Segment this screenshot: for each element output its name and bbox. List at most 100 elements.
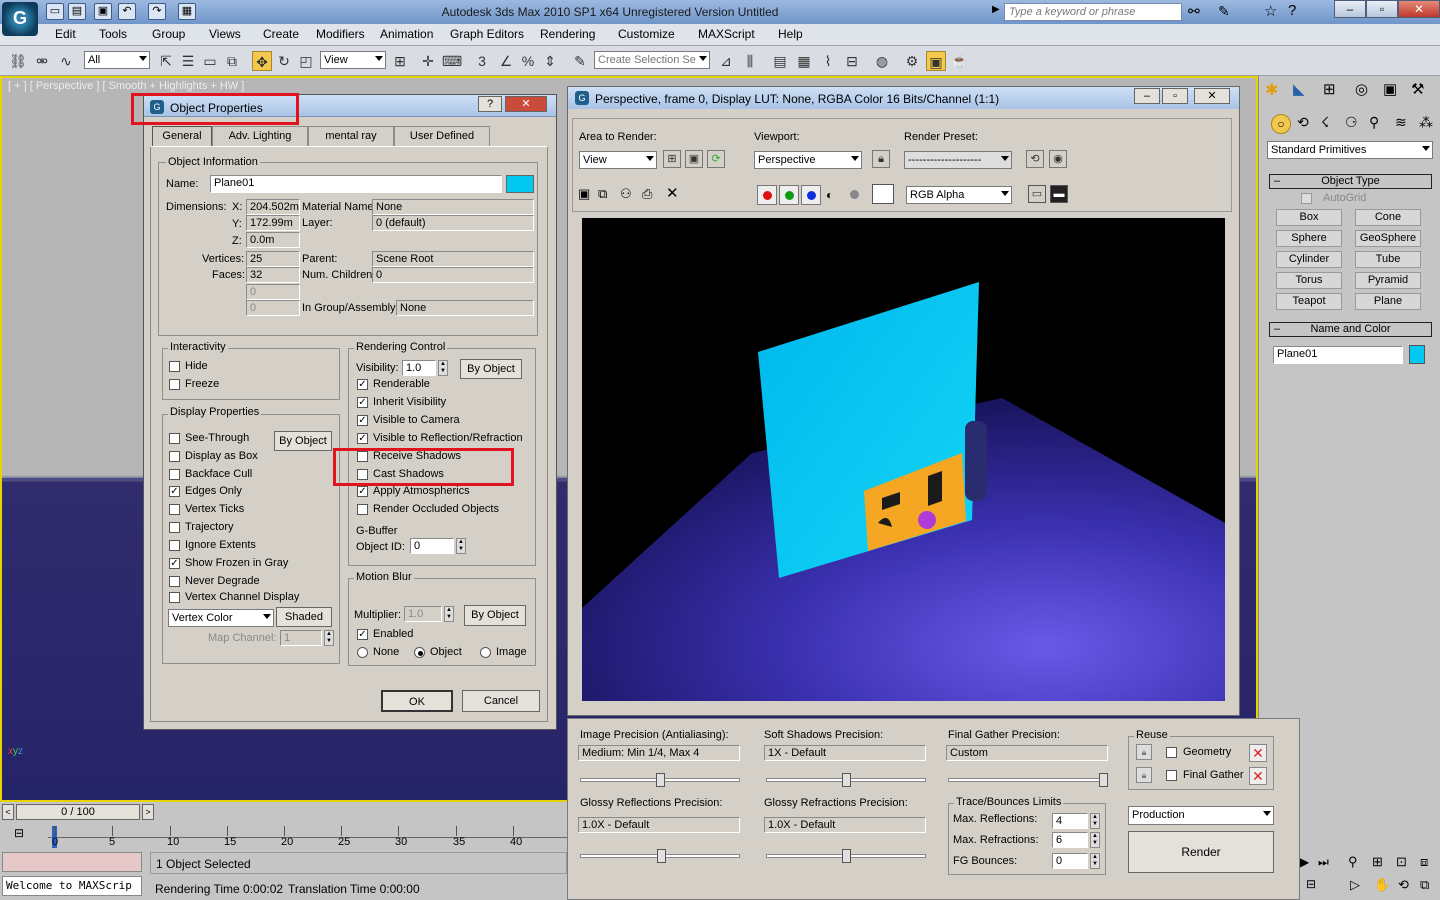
helpers-icon[interactable]: ⚲ bbox=[1369, 114, 1379, 131]
cylinder-button[interactable]: Cylinder bbox=[1276, 251, 1342, 268]
maxscript-listener-box[interactable] bbox=[2, 852, 142, 872]
geosphere-button[interactable]: GeoSphere bbox=[1355, 230, 1421, 247]
max-refractions-field[interactable]: 6 bbox=[1052, 832, 1088, 848]
redo-icon[interactable]: ↷ bbox=[148, 3, 166, 20]
display-option-checkbox[interactable] bbox=[169, 451, 180, 462]
geometry-delete-icon[interactable]: ✕ bbox=[1249, 744, 1267, 762]
named-selection-dropdown[interactable]: Create Selection Se bbox=[594, 51, 710, 69]
percent-snap-icon[interactable]: % bbox=[518, 51, 538, 71]
scale-icon[interactable]: ◰ bbox=[296, 51, 316, 71]
render-viewport-dropdown[interactable]: Perspective bbox=[754, 151, 862, 169]
object-id-field[interactable]: 0 bbox=[410, 538, 454, 554]
display-by-object-button[interactable]: By Object bbox=[274, 431, 332, 451]
torus-button[interactable]: Torus bbox=[1276, 272, 1342, 289]
alpha-channel-icon[interactable]: ◐ bbox=[826, 188, 833, 202]
area-to-render-dropdown[interactable]: View bbox=[579, 151, 657, 169]
zoom-all-icon[interactable]: ⊞ bbox=[1372, 854, 1383, 870]
display-option-checkbox[interactable] bbox=[169, 522, 180, 533]
rendering-option-checkbox[interactable]: ✓ bbox=[357, 415, 368, 426]
menu-customize[interactable]: Customize bbox=[618, 27, 675, 41]
selection-region-icon[interactable]: ▭ bbox=[200, 51, 220, 71]
zoom-extents-all-icon[interactable]: ⧈ bbox=[1420, 854, 1428, 870]
glossy-reflections-knob[interactable] bbox=[657, 849, 666, 863]
shapes-icon[interactable]: ⟲ bbox=[1297, 114, 1309, 131]
viewport-label[interactable]: [ + ] [ Perspective ] [ Smooth + Highlig… bbox=[8, 80, 244, 92]
display-channel-dropdown[interactable]: RGB Alpha bbox=[906, 186, 1012, 204]
track-bar-filter-icon[interactable]: ⊟ bbox=[14, 826, 24, 840]
visibility-field[interactable]: 1.0 bbox=[402, 360, 436, 376]
motion-blur-by-object-button[interactable]: By Object bbox=[464, 605, 526, 626]
toggle-ui-overlay-icon[interactable]: ▭ bbox=[1028, 185, 1046, 203]
render-close-button[interactable]: ✕ bbox=[1194, 88, 1230, 104]
hide-checkbox[interactable] bbox=[169, 361, 180, 372]
freeze-checkbox[interactable] bbox=[169, 379, 180, 390]
monochrome-icon[interactable] bbox=[850, 190, 859, 199]
systems-icon[interactable]: ⁂ bbox=[1419, 114, 1433, 131]
display-option-checkbox[interactable] bbox=[169, 469, 180, 480]
orbit-icon[interactable]: ⟲ bbox=[1398, 877, 1409, 893]
final-gather-knob[interactable] bbox=[1099, 773, 1108, 787]
image-precision-knob[interactable] bbox=[656, 773, 665, 787]
primitive-category-dropdown[interactable]: Standard Primitives bbox=[1267, 141, 1433, 159]
rendering-option-checkbox[interactable]: ✓ bbox=[357, 486, 368, 497]
time-next-button[interactable]: > bbox=[142, 804, 154, 820]
undo-icon[interactable]: ↶ bbox=[118, 3, 136, 20]
key-filters-icon[interactable]: ⊟ bbox=[1306, 877, 1316, 891]
menu-views[interactable]: Views bbox=[209, 27, 241, 41]
time-slider[interactable]: < 0 / 100 > bbox=[0, 802, 567, 822]
align-icon[interactable]: ⫼ bbox=[740, 51, 760, 71]
map-channel-spinner[interactable]: ▲ ▼ bbox=[324, 630, 334, 646]
rendering-option-checkbox[interactable]: ✓ bbox=[357, 379, 368, 390]
material-editor-icon[interactable]: ◍ bbox=[872, 51, 892, 71]
selection-filter-dropdown[interactable]: All bbox=[84, 51, 150, 69]
object-name-field[interactable]: Plane01 bbox=[1273, 346, 1403, 364]
time-slider-thumb[interactable]: 0 / 100 bbox=[16, 804, 140, 820]
fg-bounces-field[interactable]: 0 bbox=[1052, 853, 1088, 869]
move-icon[interactable]: ✥ bbox=[252, 51, 272, 71]
window-crossing-icon[interactable]: ⧉ bbox=[222, 51, 242, 71]
fg-bounces-spinner[interactable]: ▲ ▼ bbox=[1090, 853, 1100, 869]
tab-user-defined[interactable]: User Defined bbox=[394, 126, 490, 146]
object-id-spinner[interactable]: ▲ ▼ bbox=[456, 538, 466, 554]
multiplier-spinner[interactable]: ▲ ▼ bbox=[444, 606, 454, 622]
maximize-button[interactable]: ▫ bbox=[1366, 0, 1398, 18]
mirror-icon[interactable]: ⊿ bbox=[716, 51, 736, 71]
binoculars-icon[interactable]: ⚯ bbox=[1188, 3, 1200, 20]
cone-button[interactable]: Cone bbox=[1355, 209, 1421, 226]
select-by-name-icon[interactable]: ☰ bbox=[178, 51, 198, 71]
maximize-viewport-icon[interactable]: ⧉ bbox=[1420, 877, 1429, 893]
dialog-close-button[interactable]: ✕ bbox=[505, 96, 547, 112]
zoom-icon[interactable]: ⚲ bbox=[1348, 854, 1358, 870]
autogrid-checkbox[interactable] bbox=[1301, 193, 1312, 204]
keyboard-shortcut-icon[interactable]: ⌨ bbox=[442, 51, 462, 71]
glossy-refractions-knob[interactable] bbox=[842, 849, 851, 863]
toggle-ui-icon[interactable]: ▬ bbox=[1050, 185, 1068, 203]
clear-image-icon[interactable]: ✕ bbox=[666, 184, 679, 202]
search-input[interactable]: Type a keyword or phrase bbox=[1004, 3, 1182, 21]
zoom-extents-icon[interactable]: ⊡ bbox=[1396, 854, 1407, 870]
menu-rendering[interactable]: Rendering bbox=[540, 27, 595, 41]
cameras-icon[interactable]: ⚆ bbox=[1345, 114, 1358, 131]
menu-group[interactable]: Group bbox=[152, 27, 185, 41]
menu-modifiers[interactable]: Modifiers bbox=[316, 27, 365, 41]
link-icon[interactable]: ⛓ bbox=[8, 51, 28, 71]
viewport-lock-icon[interactable]: 🔒︎ bbox=[872, 150, 890, 168]
layer-manager-icon[interactable]: ▤ bbox=[770, 51, 790, 71]
box-button[interactable]: Box bbox=[1276, 209, 1342, 226]
region-lock-icon[interactable]: ⟳ bbox=[707, 150, 725, 168]
visibility-spinner[interactable]: ▲ ▼ bbox=[438, 360, 448, 376]
snaps-toggle-icon[interactable]: 3 bbox=[472, 51, 492, 71]
rendering-by-object-button[interactable]: By Object bbox=[460, 359, 522, 379]
tube-button[interactable]: Tube bbox=[1355, 251, 1421, 268]
soft-shadows-knob[interactable] bbox=[842, 773, 851, 787]
name-and-color-rollout[interactable]: – Name and Color bbox=[1269, 322, 1432, 337]
rendering-option-checkbox[interactable]: ✓ bbox=[357, 433, 368, 444]
menu-animation[interactable]: Animation bbox=[380, 27, 433, 41]
geometry-reuse-checkbox[interactable] bbox=[1166, 747, 1177, 758]
favorites-icon[interactable]: ☆ bbox=[1264, 2, 1277, 20]
final-gather-lock-icon[interactable]: 🔒︎ bbox=[1136, 767, 1152, 783]
menu-edit[interactable]: Edit bbox=[55, 27, 76, 41]
bind-space-warp-icon[interactable]: ∿ bbox=[56, 51, 76, 71]
edit-named-selections-icon[interactable]: ✎ bbox=[570, 51, 590, 71]
render-maximize-button[interactable]: ▫ bbox=[1162, 88, 1188, 104]
